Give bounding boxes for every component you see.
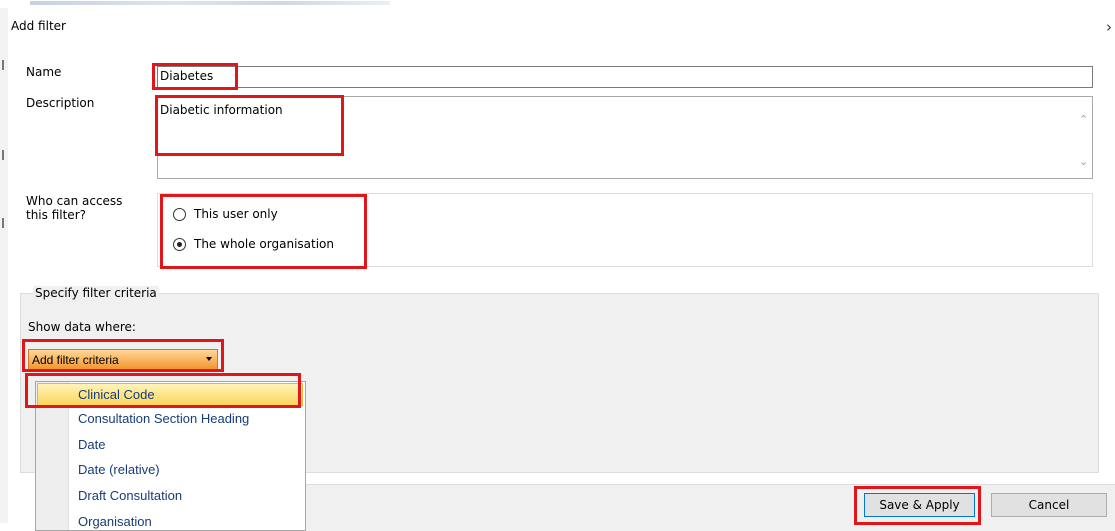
- access-label-line1: Who can access: [26, 194, 123, 208]
- radio-checked-icon[interactable]: [173, 237, 186, 251]
- cancel-button[interactable]: Cancel: [991, 493, 1107, 517]
- name-input[interactable]: Diabetes: [157, 66, 1093, 88]
- description-textarea[interactable]: Diabetic information ⌃ ⌄: [157, 96, 1093, 179]
- dropdown-item-consultation-section-heading[interactable]: Consultation Section Heading: [78, 411, 249, 426]
- radio-label: This user only: [194, 207, 278, 221]
- dropdown-hover-highlight: [37, 383, 303, 406]
- filter-criteria-group-title: Specify filter criteria: [33, 286, 159, 300]
- radio-unchecked-icon[interactable]: [173, 207, 186, 221]
- description-scrollbar[interactable]: ⌃ ⌄: [1075, 97, 1092, 178]
- add-filter-dialog: Add filter › Name Diabetes Description D…: [8, 8, 1115, 531]
- dropdown-item-date-relative[interactable]: Date (relative): [78, 462, 160, 477]
- radio-whole-organisation[interactable]: The whole organisation: [173, 237, 334, 251]
- access-label-line2: this filter?: [26, 208, 86, 222]
- save-apply-button[interactable]: Save & Apply: [864, 493, 975, 517]
- description-text: Diabetic information: [160, 103, 283, 117]
- dropdown-item-clinical-code[interactable]: Clinical Code: [78, 387, 155, 402]
- edge-tick: [2, 150, 4, 160]
- access-label: Who can access this filter?: [26, 194, 122, 222]
- radio-this-user-only[interactable]: This user only: [173, 207, 278, 221]
- dialog-title: Add filter: [11, 19, 66, 33]
- name-label: Name: [26, 65, 62, 79]
- blurred-background-text: [30, 1, 390, 5]
- access-options-panel: [157, 193, 1093, 267]
- dropdown-item-draft-consultation[interactable]: Draft Consultation: [78, 488, 182, 503]
- dropdown-item-organisation[interactable]: Organisation: [78, 514, 152, 529]
- scroll-up-icon[interactable]: ⌃: [1079, 113, 1088, 126]
- description-label: Description: [26, 96, 95, 110]
- chevron-down-icon: [206, 357, 212, 361]
- add-filter-criteria-button[interactable]: Add filter criteria: [28, 349, 218, 371]
- close-icon[interactable]: ›: [1106, 20, 1115, 35]
- filter-criteria-dropdown: Clinical Code Consultation Section Headi…: [35, 381, 306, 531]
- dropdown-item-date[interactable]: Date: [78, 437, 105, 452]
- edge-tick: [2, 218, 4, 228]
- add-filter-criteria-label: Add filter criteria: [32, 353, 119, 367]
- scroll-down-icon[interactable]: ⌄: [1079, 155, 1088, 168]
- radio-label: The whole organisation: [194, 237, 334, 251]
- show-data-where-label: Show data where:: [28, 320, 136, 334]
- edge-tick: [2, 60, 4, 70]
